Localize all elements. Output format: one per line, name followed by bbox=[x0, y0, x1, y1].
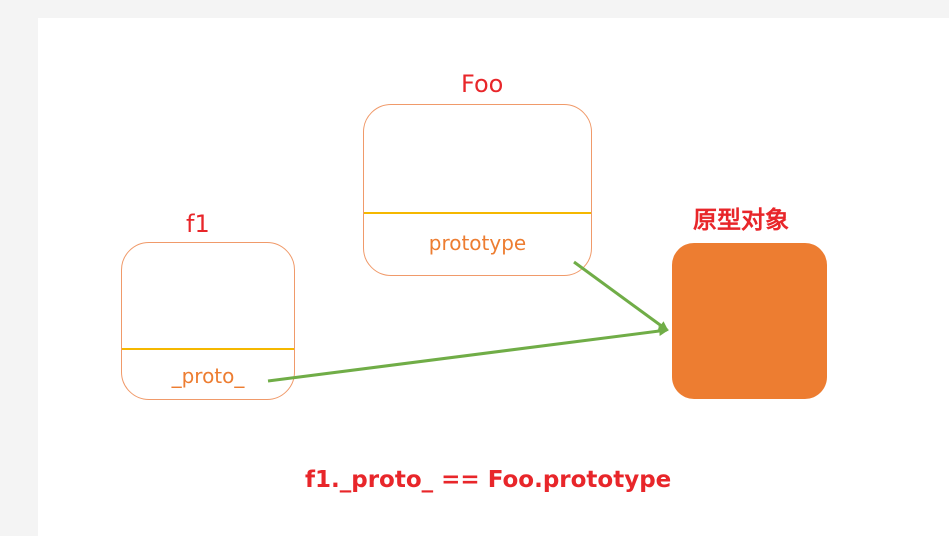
f1-proto-arrow bbox=[267, 326, 669, 383]
arrows-layer bbox=[267, 260, 669, 383]
equation-caption: f1._proto_ == Foo.prototype bbox=[305, 467, 672, 493]
foo-prototype-arrow bbox=[573, 260, 669, 332]
